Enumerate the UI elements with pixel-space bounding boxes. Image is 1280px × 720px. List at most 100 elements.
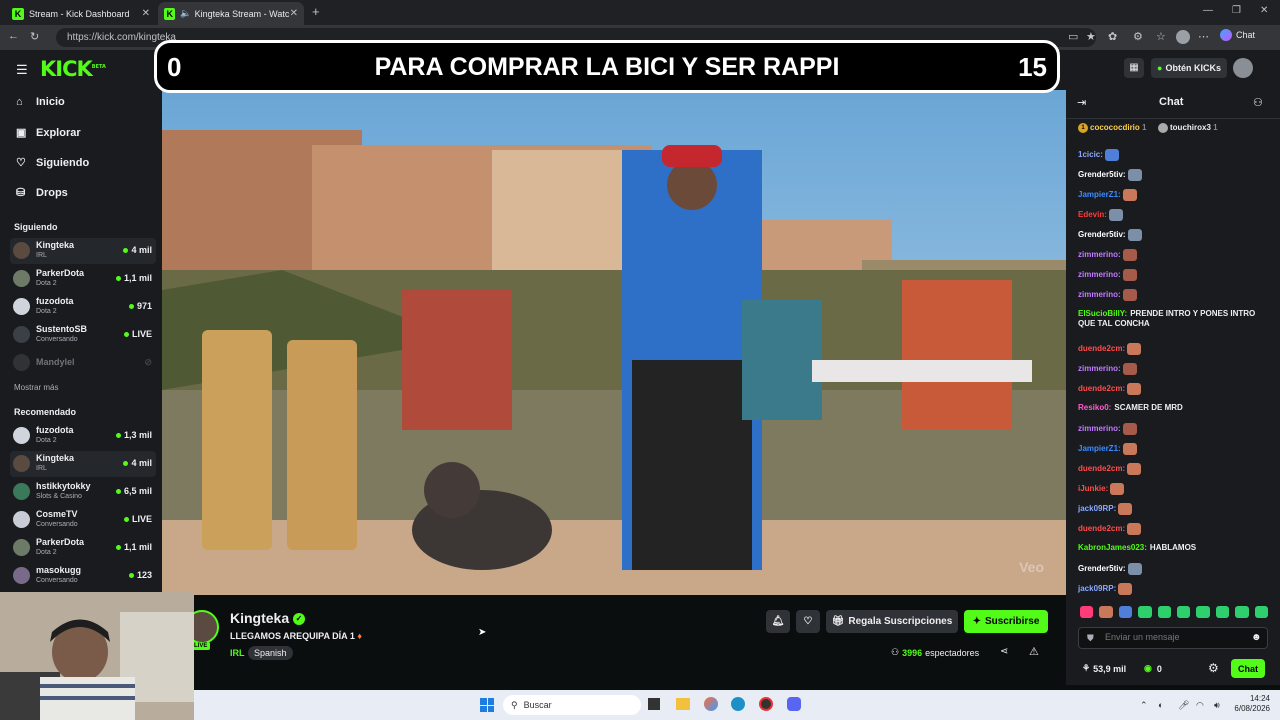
taskbar-clock[interactable]: 14:24 6/08/2026 xyxy=(1232,694,1270,714)
subscribe-button[interactable]: ✦ Suscribirse xyxy=(964,610,1048,633)
emote-icon[interactable] xyxy=(1235,606,1249,618)
channel-points[interactable]: ◉ 0 xyxy=(1144,663,1162,674)
recommended-item-hstikkytokky[interactable]: hstikkytokky Slots & Casino 6,5 mil xyxy=(10,479,156,505)
nav-drops[interactable]: ⛁ Drops xyxy=(16,186,68,200)
emote-icon[interactable] xyxy=(1080,606,1094,618)
chat-username[interactable]: jack09RP: xyxy=(1078,584,1116,593)
pinned-gifter[interactable]: 1 cocococdirio 1 xyxy=(1078,123,1146,133)
emote-icon[interactable] xyxy=(1196,606,1210,618)
chat-username[interactable]: duende2cm: xyxy=(1078,344,1125,353)
show-more-link[interactable]: Mostrar más xyxy=(14,383,58,392)
kicks-balance[interactable]: ⚘ 53,9 mil xyxy=(1082,663,1126,674)
reload-icon[interactable]: ↻ xyxy=(30,30,39,43)
extension-icon[interactable]: ✿ xyxy=(1108,30,1117,43)
volume-icon[interactable]: 🔊︎ xyxy=(1214,700,1220,711)
taskbar-search[interactable]: ⚲ Buscar xyxy=(503,695,641,715)
tab-stream[interactable]: K 🔈 Kingteka Stream - Watch Live ✕ xyxy=(158,2,304,25)
category-link[interactable]: IRL xyxy=(230,648,245,658)
chat-username[interactable]: Grender5tiv: xyxy=(1078,170,1126,179)
collapse-chat-icon[interactable]: ⇥ xyxy=(1077,96,1086,109)
chat-username[interactable]: zimmerino: xyxy=(1078,270,1121,279)
language-tag[interactable]: Spanish xyxy=(248,646,293,660)
wifi-icon[interactable]: ◠ xyxy=(1196,700,1204,711)
edge-browser-icon[interactable] xyxy=(731,697,745,711)
chat-username[interactable]: duende2cm: xyxy=(1078,464,1125,473)
chat-username[interactable]: jack09RP: xyxy=(1078,504,1116,513)
hamburger-menu-icon[interactable]: ☰ xyxy=(16,62,28,78)
chat-username[interactable]: zimmerino: xyxy=(1078,250,1121,259)
nav-explorar[interactable]: ▣ Explorar xyxy=(16,126,81,140)
profile-avatar[interactable] xyxy=(1176,30,1190,44)
obs-icon[interactable] xyxy=(759,697,773,711)
get-kicks-button[interactable]: ● Obtén KICKs xyxy=(1151,58,1227,78)
recommended-item-cosmetv[interactable]: CosmeTV Conversando LIVE xyxy=(10,507,156,533)
chat-username[interactable]: Grender5tiv: xyxy=(1078,564,1126,573)
channel-name[interactable]: Kingteka ✓ xyxy=(230,610,306,626)
close-tab-icon[interactable]: ✕ xyxy=(290,8,298,19)
following-item-parkerdota[interactable]: ParkerDota Dota 2 1,1 mil xyxy=(10,266,156,292)
send-chat-button[interactable]: Chat xyxy=(1231,659,1265,678)
recommended-item-kingteka[interactable]: Kingteka IRL 4 mil xyxy=(10,451,156,477)
chat-settings-icon[interactable]: ⛊ xyxy=(1087,633,1094,644)
nav-inicio[interactable]: ⌂ Inicio xyxy=(16,96,65,108)
back-icon[interactable]: ← xyxy=(8,30,19,42)
recommended-item-parkerdota[interactable]: ParkerDota Dota 2 1,1 mil xyxy=(10,535,156,561)
pinned-gifter[interactable]: touchirox3 1 xyxy=(1158,123,1218,133)
task-view-icon[interactable] xyxy=(648,698,660,710)
chat-username[interactable]: Resiko0: xyxy=(1078,403,1111,412)
emote-icon[interactable] xyxy=(1099,606,1113,618)
follow-heart-icon[interactable]: ♡ xyxy=(796,610,820,633)
video-player[interactable]: Veo xyxy=(162,90,1066,595)
extensions-puzzle-icon[interactable]: ⚙ xyxy=(1133,30,1143,43)
following-item-fuzodota[interactable]: fuzodota Dota 2 971 xyxy=(10,294,156,320)
recommended-item-masokugg[interactable]: masokugg Conversando 123 xyxy=(10,563,156,589)
chat-username[interactable]: JampierZ1: xyxy=(1078,444,1121,453)
chat-username[interactable]: duende2cm: xyxy=(1078,384,1125,393)
bookmark-star-icon[interactable]: ★ xyxy=(1086,30,1096,43)
emoji-picker-icon[interactable]: ☻ xyxy=(1251,632,1262,643)
following-item-kingteka[interactable]: Kingteka IRL 4 mil xyxy=(10,238,156,264)
theater-mode-icon[interactable]: ▦ xyxy=(1124,58,1144,78)
kick-logo[interactable]: KICKBETA xyxy=(40,57,106,81)
chat-username[interactable]: zimmerino: xyxy=(1078,424,1121,433)
emote-icon[interactable] xyxy=(1254,606,1269,618)
copilot-chat-button[interactable]: Chat xyxy=(1220,29,1255,41)
favorites-icon[interactable]: ☆ xyxy=(1156,30,1166,43)
file-explorer-icon[interactable] xyxy=(676,698,690,710)
minimize-icon[interactable]: — xyxy=(1203,5,1213,16)
install-icon[interactable]: ▭ xyxy=(1068,30,1078,43)
emote-icon[interactable] xyxy=(1138,606,1152,618)
recommended-item-fuzodota[interactable]: fuzodota Dota 2 1,3 mil xyxy=(10,423,156,449)
chat-username[interactable]: Grender5tiv: xyxy=(1078,230,1126,239)
emote-icon[interactable] xyxy=(1118,606,1133,618)
following-item-mandylel[interactable]: Mandylel ⊘ xyxy=(10,350,156,376)
gift-subscriptions-button[interactable]: 🎁︎ Regala Suscripciones xyxy=(826,610,958,633)
chat-settings-gear-icon[interactable]: ⚙ xyxy=(1208,661,1219,675)
report-warning-icon[interactable]: ⚠ xyxy=(1029,645,1039,658)
chat-username[interactable]: Edevin: xyxy=(1078,210,1107,219)
chat-username[interactable]: iJunkie: xyxy=(1078,484,1108,493)
emote-icon[interactable] xyxy=(1177,606,1191,618)
share-icon[interactable]: ⋖ xyxy=(1000,646,1008,657)
chat-username[interactable]: ElSucioBillY: xyxy=(1078,309,1127,318)
close-tab-icon[interactable]: ✕ xyxy=(142,8,150,19)
windows-start-icon[interactable] xyxy=(480,698,494,712)
tab-dashboard[interactable]: K Stream - Kick Dashboard ✕ xyxy=(6,2,156,25)
following-item-sustentosb[interactable]: SustentoSB Conversando LIVE xyxy=(10,322,156,348)
chat-message-input[interactable]: ⛊ ☻ xyxy=(1078,627,1268,649)
tray-chevron-icon[interactable]: ⌃ xyxy=(1140,700,1148,711)
close-window-icon[interactable]: ✕ xyxy=(1260,5,1268,16)
copilot-app-icon[interactable] xyxy=(704,697,718,711)
chat-username[interactable]: duende2cm: xyxy=(1078,524,1125,533)
discord-icon[interactable] xyxy=(787,697,801,711)
chat-username[interactable]: zimmerino: xyxy=(1078,364,1121,373)
chat-input-field[interactable] xyxy=(1105,632,1245,642)
new-tab-icon[interactable]: + xyxy=(312,4,320,19)
emote-icon[interactable] xyxy=(1157,606,1172,618)
chat-username[interactable]: 1cicic: xyxy=(1078,150,1103,159)
notifications-bell-icon[interactable]: 🔔︎ xyxy=(766,610,790,633)
nav-siguiendo[interactable]: ♡ Siguiendo xyxy=(16,156,89,170)
microphone-icon[interactable]: 🎤︎ xyxy=(1178,700,1189,711)
chat-users-icon[interactable]: ⚇ xyxy=(1253,96,1263,109)
maximize-icon[interactable]: ❐ xyxy=(1232,5,1241,16)
